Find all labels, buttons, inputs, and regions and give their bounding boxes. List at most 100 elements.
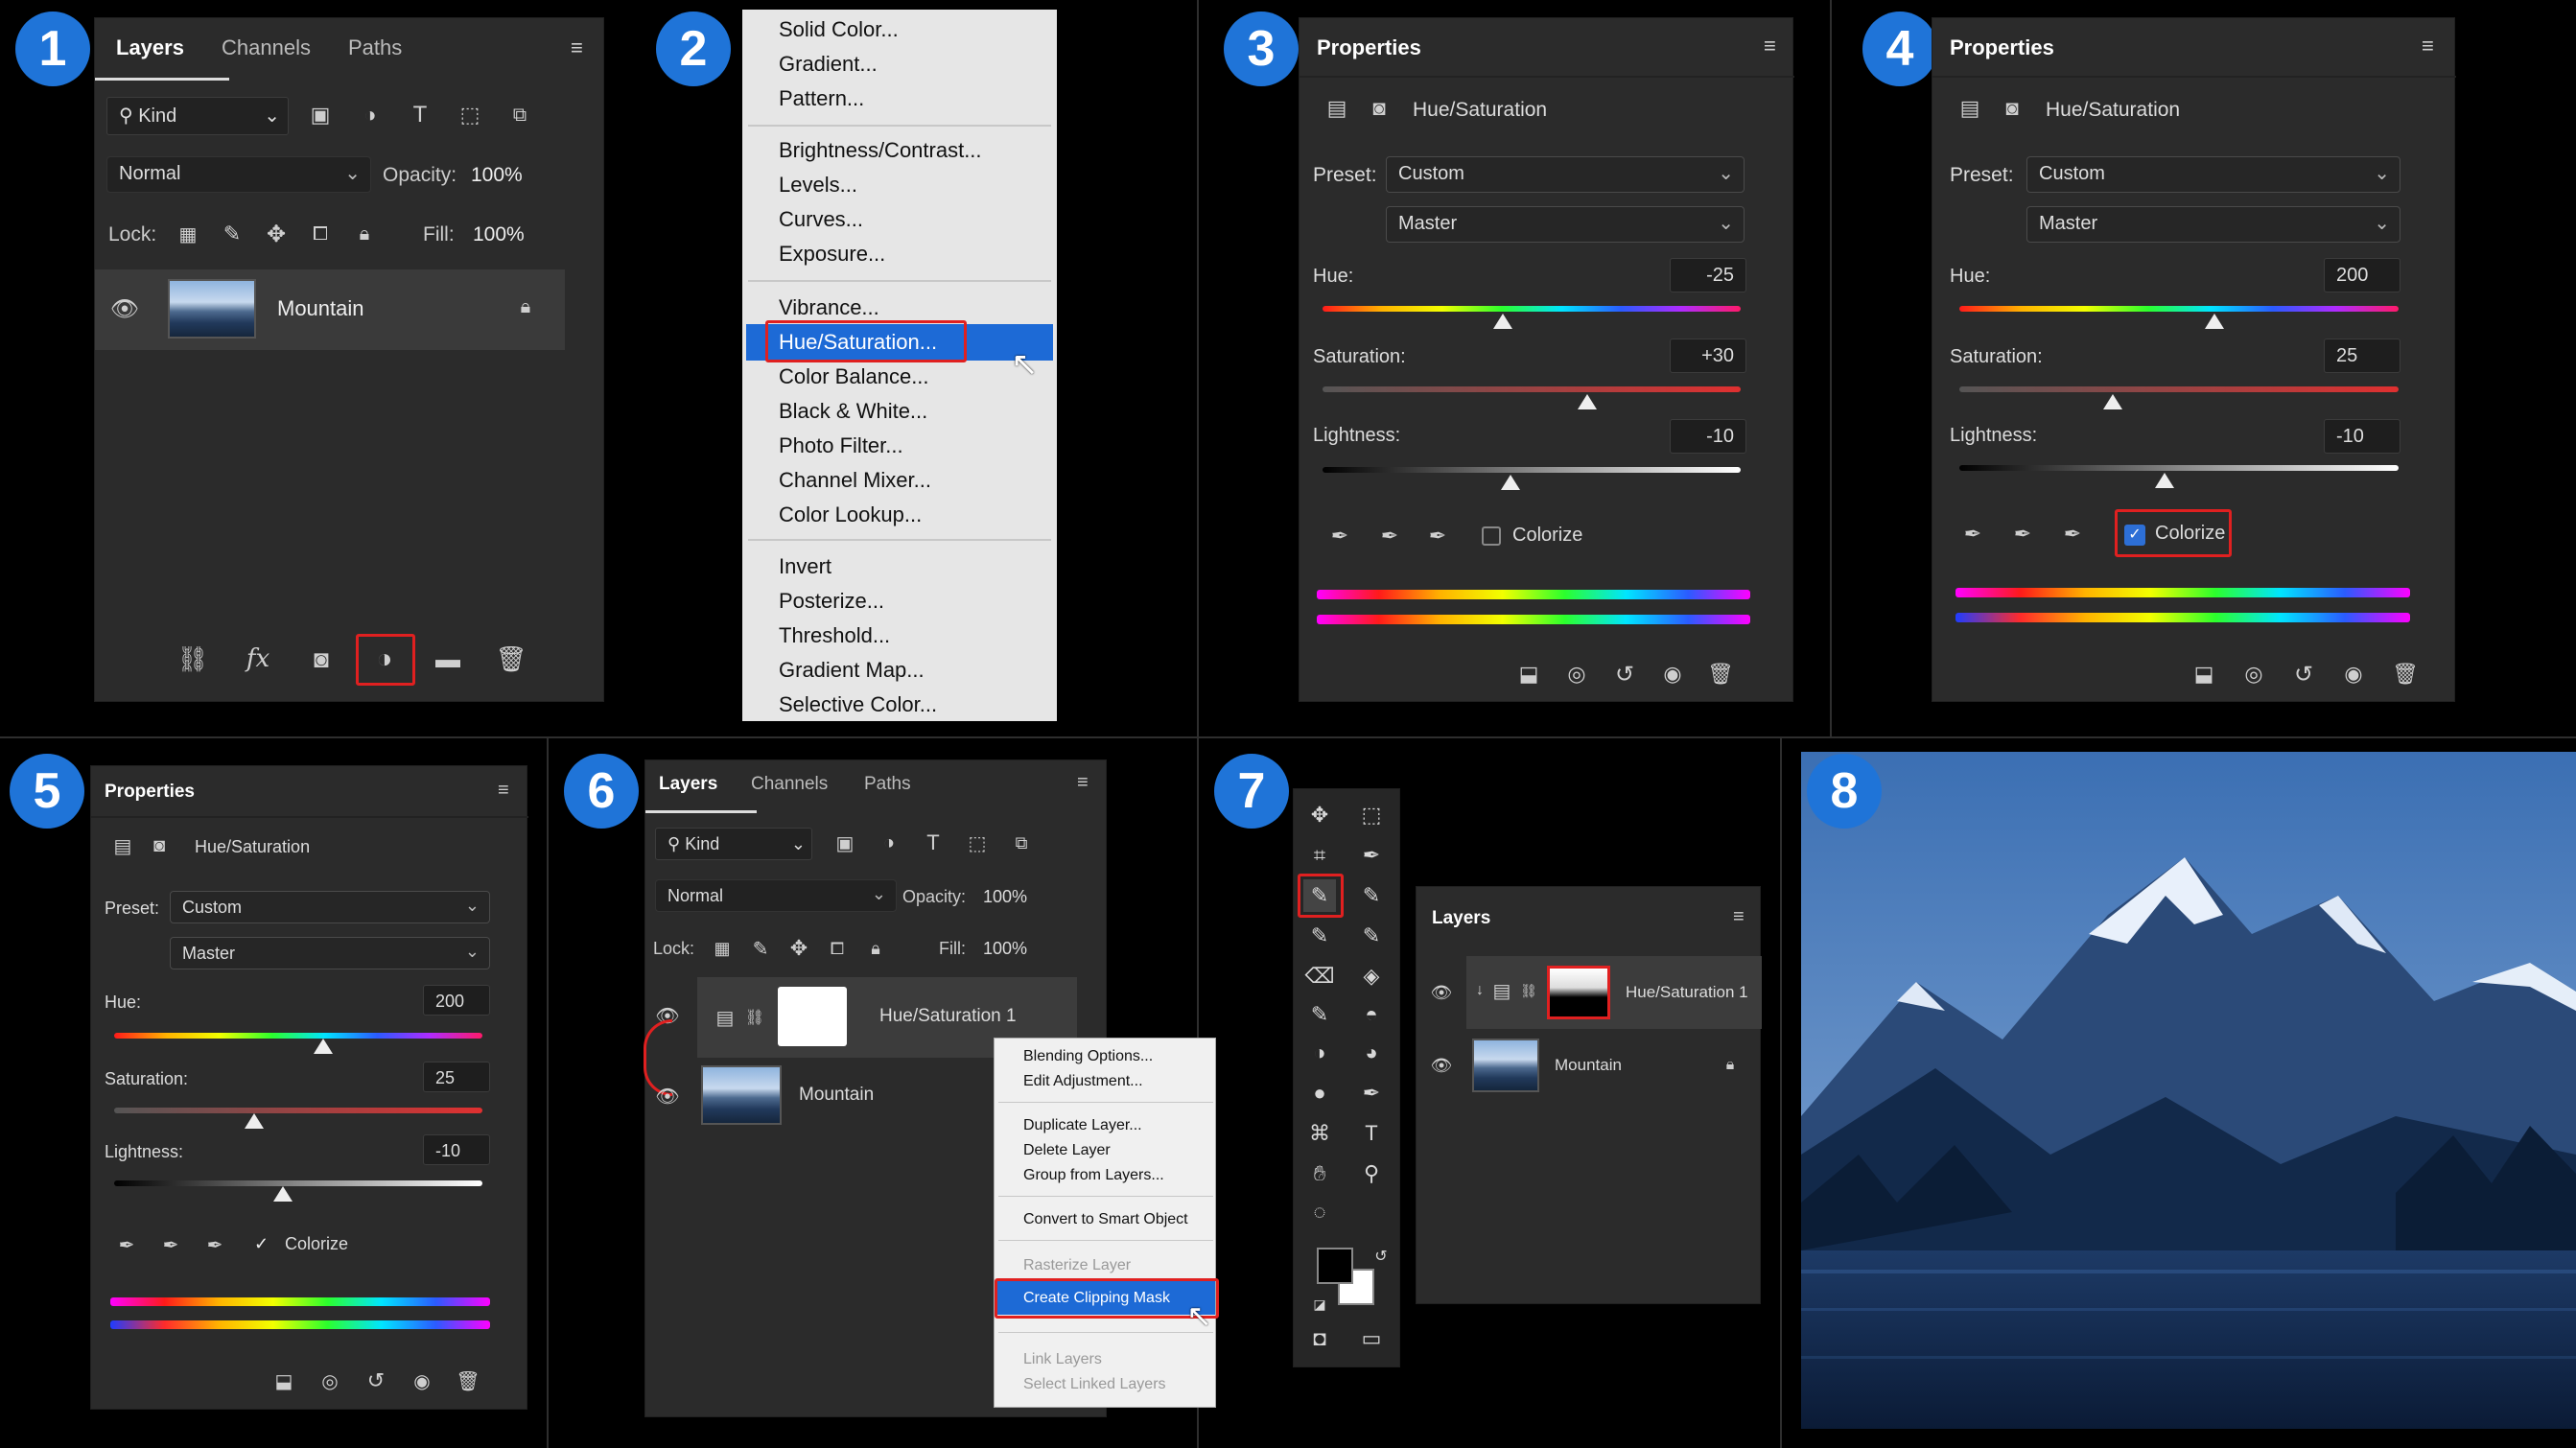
eyedropper-add-icon[interactable]: ✒ [1374,521,1405,551]
saturation-value-field[interactable]: 25 [2324,339,2400,373]
eye-icon[interactable]: 👁︎ [653,1083,682,1109]
tab-layers[interactable]: Layers [116,35,184,60]
menu-blending-options[interactable]: Blending Options... [1023,1048,1153,1065]
smart-object-filter-icon[interactable]: ⧉ [505,101,534,129]
menu-item-threshold[interactable]: Threshold... [779,623,890,648]
menu-item-channel-mixer[interactable]: Channel Mixer... [779,468,931,493]
shape-filter-icon[interactable]: ⬚ [456,101,484,129]
lightness-slider-thumb[interactable] [2155,473,2174,488]
menu-item-color-balance[interactable]: Color Balance... [779,364,929,389]
hue-slider-thumb[interactable] [2205,314,2224,329]
menu-duplicate-layer[interactable]: Duplicate Layer... [1023,1117,1142,1134]
menu-item-photo-filter[interactable]: Photo Filter... [779,433,903,458]
visibility-icon[interactable]: ◉ [408,1366,436,1395]
eyedropper-add-icon[interactable]: ✒ [156,1230,185,1259]
lock-position-icon[interactable]: ✥ [785,935,812,962]
type-tool-icon[interactable]: T [1355,1117,1388,1150]
channel-dropdown[interactable]: Master ⌄ [170,937,490,969]
opacity-value[interactable]: 100% [983,887,1027,907]
fill-tool-icon[interactable]: ◈ [1355,960,1388,993]
hand-tool-icon[interactable]: ✋︎ [1303,1157,1336,1190]
lock-all-icon[interactable]: 🔒︎ [350,220,379,248]
hue-value-field[interactable]: 200 [423,985,490,1016]
lock-pixels-icon[interactable]: ✎ [747,935,774,962]
adjustment-filter-icon[interactable]: ◑ [876,829,902,856]
marquee-tool-icon[interactable]: ⬚ [1355,799,1388,831]
saturation-slider-thumb[interactable] [1578,394,1597,409]
menu-item-gradient-map[interactable]: Gradient Map... [779,658,925,683]
hue-slider[interactable] [1323,306,1741,312]
tab-channels[interactable]: Channels [751,774,828,795]
menu-item-brightness-contrast[interactable]: Brightness/Contrast... [779,138,982,163]
reset-icon[interactable]: ↺ [362,1366,390,1395]
filter-kind-dropdown[interactable]: ⚲ Kind ⌄ [106,97,289,135]
layer-row-hue-saturation[interactable]: ↓ ▤ ⛓︎ Hue/Saturation 1 [1466,956,1762,1029]
lock-position-icon[interactable]: ✥ [262,220,291,248]
tab-channels[interactable]: Channels [222,35,311,60]
saturation-value-field[interactable]: +30 [1670,339,1746,373]
default-colors-icon[interactable]: ◪ [1303,1288,1336,1320]
shape-filter-icon[interactable]: ⬚ [964,829,991,856]
foreground-color-swatch[interactable] [1317,1248,1353,1284]
view-previous-icon[interactable]: ◎ [1560,659,1593,689]
zoom-tool-icon[interactable]: ⚲ [1355,1157,1388,1190]
hue-value-field[interactable]: 200 [2324,258,2400,292]
view-previous-icon[interactable]: ◎ [2237,659,2270,689]
panel-menu-icon[interactable]: ≡ [1077,772,1089,794]
lock-all-icon[interactable]: 🔒︎ [862,935,889,962]
move-tool-icon[interactable]: ✥ [1303,799,1336,831]
menu-convert-smart-object[interactable]: Convert to Smart Object [1023,1211,1188,1228]
fill-value[interactable]: 100% [473,223,525,246]
menu-edit-adjustment[interactable]: Edit Adjustment... [1023,1073,1143,1090]
panel-menu-icon[interactable]: ≡ [571,35,583,60]
burn-tool-icon[interactable]: ● [1303,1077,1336,1109]
menu-item-black-white[interactable]: Black & White... [779,399,927,424]
tab-paths[interactable]: Paths [864,774,911,795]
clip-to-layer-icon[interactable]: ⬓ [1512,659,1545,689]
eye-icon[interactable]: 👁︎ [108,294,141,323]
lightness-slider[interactable] [1959,465,2399,471]
eyedropper-tool-icon[interactable]: ✒ [1355,839,1388,872]
menu-item-invert[interactable]: Invert [779,554,831,579]
panel-menu-icon[interactable]: ≡ [1764,34,1776,58]
menu-item-exposure[interactable]: Exposure... [779,242,885,267]
eyedropper-subtract-icon[interactable]: ✒ [2057,519,2088,549]
path-tool-icon[interactable]: ⌘ [1303,1117,1336,1150]
menu-item-vibrance[interactable]: Vibrance... [779,295,879,320]
lightness-value-field[interactable]: -10 [423,1134,490,1165]
colorize-checkbox[interactable] [1482,526,1501,546]
preset-dropdown[interactable]: Custom ⌄ [170,891,490,923]
channel-dropdown[interactable]: Master ⌄ [2026,206,2400,243]
image-filter-icon[interactable]: ▣ [831,829,858,856]
new-group-icon[interactable]: ▬ [429,642,467,676]
lightness-slider[interactable] [114,1180,482,1186]
add-mask-icon[interactable]: ◙ [302,642,340,676]
type-filter-icon[interactable]: T [920,829,947,856]
hue-slider-thumb[interactable] [314,1039,333,1054]
reset-icon[interactable]: ↺ [2287,659,2320,689]
eye-icon[interactable]: 👁︎ [1428,979,1455,1006]
eyedropper-add-icon[interactable]: ✒ [2007,519,2038,549]
crop-tool-icon[interactable]: ⌗ [1303,839,1336,872]
eyedropper-subtract-icon[interactable]: ✒ [200,1230,229,1259]
menu-item-gradient[interactable]: Gradient... [779,52,878,77]
screen-mode-icon[interactable]: ▭ [1355,1322,1388,1355]
menu-item-levels[interactable]: Levels... [779,173,857,198]
trash-icon[interactable]: 🗑︎ [454,1366,482,1395]
history-brush-tool-icon[interactable]: ✎ [1355,920,1388,952]
menu-item-pattern[interactable]: Pattern... [779,86,864,111]
type-filter-icon[interactable]: T [406,101,434,129]
lock-transparency-icon[interactable]: ▦ [174,220,202,248]
menu-item-color-lookup[interactable]: Color Lookup... [779,502,922,527]
lock-artboard-icon[interactable]: ⧠ [306,220,335,248]
hue-slider[interactable] [114,1033,482,1039]
colorize-checkbox[interactable]: ✓ [254,1234,273,1253]
panel-menu-icon[interactable]: ≡ [2422,34,2434,58]
eraser-tool-icon[interactable]: ⌫ [1303,960,1336,993]
lightness-slider-thumb[interactable] [273,1186,293,1202]
trash-icon[interactable]: 🗑︎ [1704,659,1737,689]
eyedropper-icon[interactable]: ✒ [1957,519,1988,549]
visibility-icon[interactable]: ◉ [2337,659,2370,689]
saturation-slider-thumb[interactable] [2103,394,2122,409]
blend-mode-dropdown[interactable]: Normal ⌄ [106,156,371,193]
